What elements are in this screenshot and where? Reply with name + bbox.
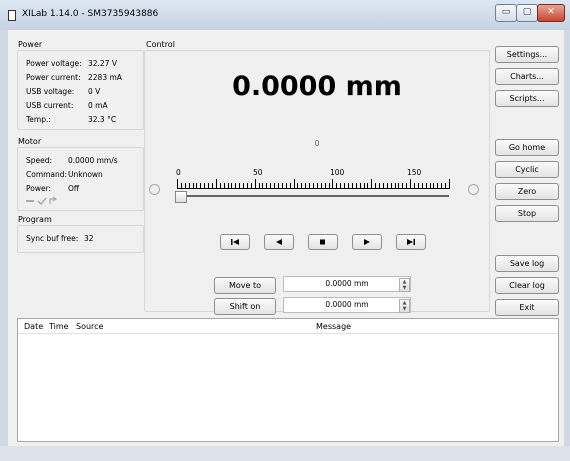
position-slider-handle[interactable] [175, 191, 187, 203]
log-header-time[interactable]: Time [49, 322, 69, 331]
position-display: 0.0000 mm [232, 71, 402, 102]
clear-log-button[interactable]: Clear log [495, 277, 559, 294]
position-small: 0 [314, 139, 320, 148]
scale-label-100: 100 [330, 168, 345, 177]
scale-baseline [177, 188, 449, 189]
charts-button[interactable]: Charts... [495, 68, 559, 85]
stop-button[interactable]: Stop [495, 205, 559, 222]
zero-button[interactable]: Zero [495, 183, 559, 200]
motor-group: Speed: 0.0000 mm/s Command: Unknown Powe… [17, 147, 144, 211]
speed-value: 0.0000 mm/s [68, 156, 118, 165]
motor-group-title: Motor [18, 137, 42, 146]
right-limit-indicator [468, 184, 479, 195]
left-limit-indicator [149, 184, 160, 195]
sync-buf-label: Sync buf free: [26, 234, 79, 243]
shift-on-spinner[interactable]: ▲ ▼ [399, 299, 410, 313]
power-voltage-label: Power voltage: [26, 59, 82, 68]
arrow-left-icon [276, 239, 282, 245]
maximize-button[interactable]: ▢ [516, 4, 538, 22]
position-scale [177, 179, 450, 189]
app-icon [8, 10, 16, 21]
window-title: XILab 1.14.0 - SM3735943886 [22, 9, 159, 19]
program-group: Sync buf free: 32 [17, 225, 144, 253]
scale-tick [449, 179, 450, 189]
power-current-label: Power current: [26, 73, 81, 82]
power-voltage-value: 32.27 V [88, 59, 117, 68]
skip-back-icon [231, 239, 239, 245]
sync-buf-value: 32 [84, 234, 94, 243]
control-group-title: Control [146, 40, 175, 49]
log-table[interactable]: Date Time Source Message [17, 318, 559, 442]
log-header-date[interactable]: Date [24, 322, 43, 331]
temperature-value: 32.3 °C [88, 115, 117, 124]
temperature-label: Temp.: [26, 115, 51, 124]
main-window: Power Power voltage: 32.27 V Power curre… [8, 30, 564, 446]
motor-state-icons [26, 196, 58, 206]
log-table-header: Date Time Source Message [18, 319, 558, 334]
save-log-button[interactable]: Save log [495, 255, 559, 272]
stop-motion-button[interactable] [308, 234, 338, 250]
shift-on-field[interactable]: 0.0000 mm [283, 297, 411, 313]
go-end-button[interactable] [396, 234, 426, 250]
settings-button[interactable]: Settings... [495, 46, 559, 63]
motor-power-label: Power: [26, 184, 52, 193]
power-group: Power voltage: 32.27 V Power current: 22… [17, 50, 144, 130]
go-home-button[interactable]: Go home [495, 139, 559, 156]
usb-current-label: USB current: [26, 101, 74, 110]
scale-label-0: 0 [176, 168, 181, 177]
move-to-spinner[interactable]: ▲ ▼ [399, 278, 410, 292]
move-to-button[interactable]: Move to [214, 277, 276, 294]
speed-label: Speed: [26, 156, 53, 165]
move-to-field[interactable]: 0.0000 mm [283, 276, 411, 292]
usb-voltage-value: 0 V [88, 87, 101, 96]
command-label: Command: [26, 170, 68, 179]
program-group-title: Program [18, 215, 52, 224]
log-header-message[interactable]: Message [316, 322, 351, 331]
close-button[interactable]: ✕ [537, 4, 565, 22]
skip-forward-icon [407, 239, 415, 245]
shift-on-button[interactable]: Shift on [214, 298, 276, 315]
minimize-button[interactable]: ▭ [495, 4, 517, 22]
slider-track [177, 195, 449, 197]
scale-label-50: 50 [253, 168, 263, 177]
move-left-button[interactable] [264, 234, 294, 250]
stop-icon [320, 239, 325, 245]
control-group: 0.0000 mm 0 0 50 100 150 Move to 0.0000 … [144, 50, 490, 315]
move-right-button[interactable] [352, 234, 382, 250]
title-bar: XILab 1.14.0 - SM3735943886 ▭ ▢ ✕ [0, 0, 570, 30]
scripts-button[interactable]: Scripts... [495, 90, 559, 107]
scale-label-150: 150 [407, 168, 422, 177]
log-header-source[interactable]: Source [76, 322, 103, 331]
power-group-title: Power [18, 40, 43, 49]
command-value: Unknown [68, 170, 103, 179]
arrow-right-icon [364, 239, 370, 245]
exit-button[interactable]: Exit [495, 299, 559, 316]
usb-current-value: 0 mA [88, 101, 108, 110]
motor-power-value: Off [68, 184, 80, 193]
usb-voltage-label: USB voltage: [26, 87, 75, 96]
go-start-button[interactable] [220, 234, 250, 250]
taskbar-strip [0, 446, 570, 461]
cyclic-button[interactable]: Cyclic [495, 161, 559, 178]
power-current-value: 2283 mA [88, 73, 122, 82]
